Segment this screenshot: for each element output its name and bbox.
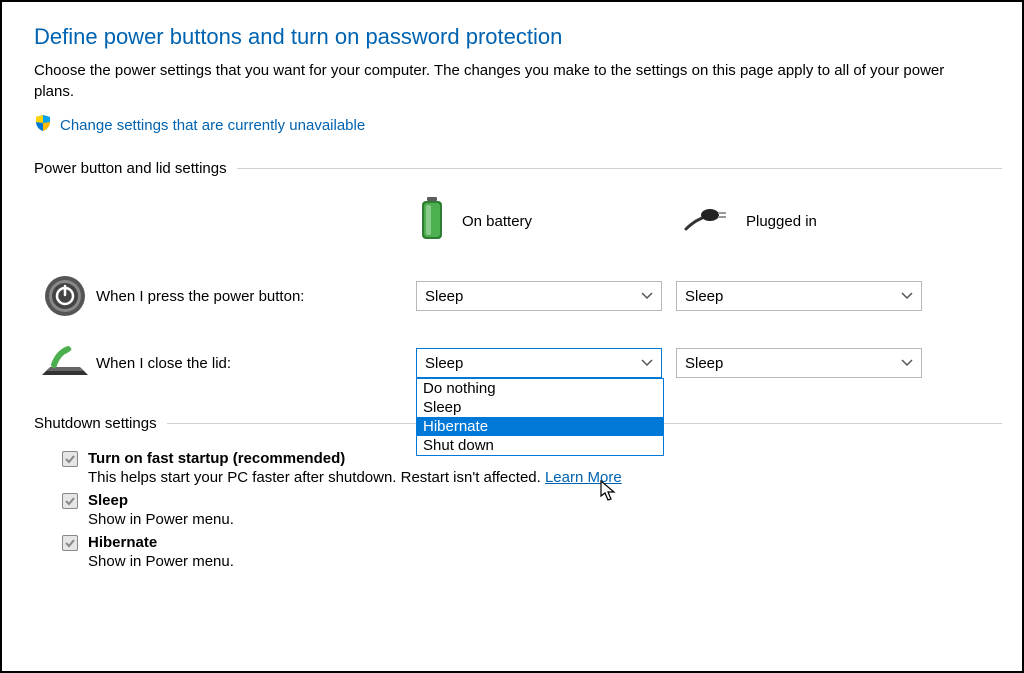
chevron-down-icon <box>641 359 653 367</box>
change-settings-link[interactable]: Change settings that are currently unava… <box>60 117 365 134</box>
page-title: Define power buttons and turn on passwor… <box>34 24 1002 50</box>
checkmark-icon <box>65 454 75 464</box>
checkbox-hibernate[interactable] <box>62 535 78 551</box>
shutdown-sub: Show in Power menu. <box>88 553 1002 570</box>
shutdown-item-hibernate: Hibernate Show in Power menu. <box>62 534 1002 570</box>
checkbox-sleep[interactable] <box>62 493 78 509</box>
shutdown-label: Sleep <box>88 492 128 509</box>
column-header-plugged: Plugged in <box>676 205 936 237</box>
select-value: Sleep <box>685 355 723 372</box>
shield-icon <box>34 114 52 136</box>
cursor-icon <box>600 480 618 502</box>
section-label: Shutdown settings <box>34 415 157 432</box>
shutdown-label: Turn on fast startup (recommended) <box>88 450 345 467</box>
dropdown-menu: Do nothing Sleep Hibernate Shut down <box>416 378 664 456</box>
battery-icon <box>416 195 448 247</box>
change-settings-row: Change settings that are currently unava… <box>34 114 1002 136</box>
column-label: On battery <box>462 213 532 230</box>
select-value: Sleep <box>425 355 463 372</box>
shutdown-sub: This helps start your PC faster after sh… <box>88 469 1002 486</box>
row-label-close-lid: When I close the lid: <box>96 355 416 372</box>
dropdown-option-do-nothing[interactable]: Do nothing <box>417 379 663 398</box>
page-description: Choose the power settings that you want … <box>34 60 974 102</box>
shutdown-label: Hibernate <box>88 534 157 551</box>
chevron-down-icon <box>901 359 913 367</box>
plug-icon <box>684 205 732 237</box>
select-power-button-battery[interactable]: Sleep <box>416 281 662 311</box>
row-label-power-button: When I press the power button: <box>96 288 416 305</box>
chevron-down-icon <box>641 292 653 300</box>
section-power-buttons-header: Power button and lid settings <box>34 160 1002 177</box>
section-label: Power button and lid settings <box>34 160 227 177</box>
power-button-icon <box>34 275 96 317</box>
dropdown-option-hibernate[interactable]: Hibernate <box>417 417 663 436</box>
checkbox-fast-startup[interactable] <box>62 451 78 467</box>
select-close-lid-plugged[interactable]: Sleep <box>676 348 922 378</box>
dropdown-option-sleep[interactable]: Sleep <box>417 398 663 417</box>
dropdown-option-shut-down[interactable]: Shut down <box>417 436 663 455</box>
select-value: Sleep <box>425 288 463 305</box>
power-settings-grid: On battery Plugged in When I press the p… <box>34 195 1002 381</box>
checkmark-icon <box>65 538 75 548</box>
checkmark-icon <box>65 496 75 506</box>
divider <box>237 168 1002 169</box>
shutdown-sub-text: This helps start your PC faster after sh… <box>88 469 545 486</box>
shutdown-sub: Show in Power menu. <box>88 511 1002 528</box>
select-power-button-plugged[interactable]: Sleep <box>676 281 922 311</box>
column-header-battery: On battery <box>416 195 676 247</box>
chevron-down-icon <box>901 292 913 300</box>
column-label: Plugged in <box>746 213 817 230</box>
shutdown-item-sleep: Sleep Show in Power menu. <box>62 492 1002 528</box>
select-close-lid-battery[interactable]: Sleep Do nothing Sleep Hibernate Shut do… <box>416 348 662 378</box>
laptop-lid-icon <box>34 345 96 381</box>
select-value: Sleep <box>685 288 723 305</box>
